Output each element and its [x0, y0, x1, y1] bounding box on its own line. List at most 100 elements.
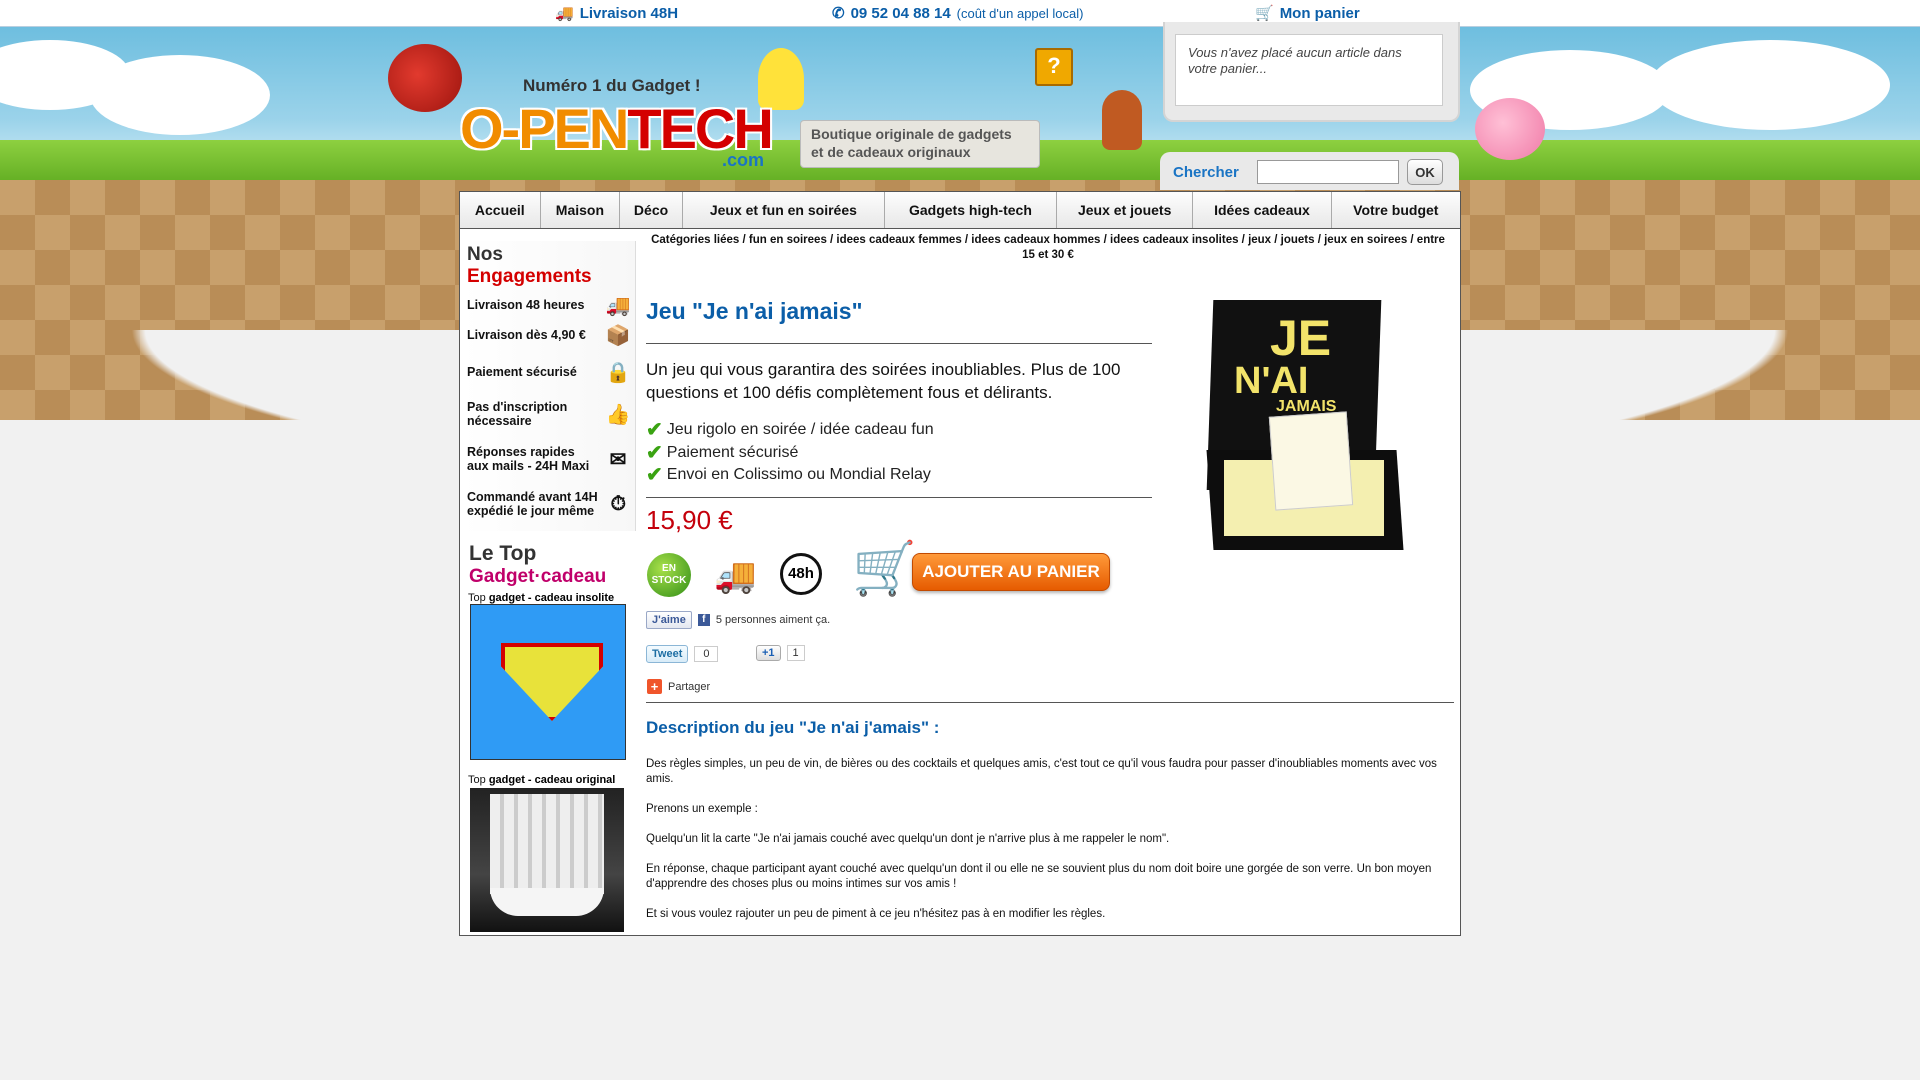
caption-bold: gadget - cadeau insolite: [488, 592, 615, 604]
main-navigation: Accueil Maison Déco Jeux et fun en soiré…: [459, 191, 1461, 229]
superman-logo-icon: [501, 643, 603, 721]
phone-icon: ✆: [832, 5, 845, 22]
worm-mascot: [1102, 90, 1142, 150]
search-label: Chercher: [1173, 164, 1239, 181]
product-price: 15,90 €: [646, 505, 733, 535]
search-input[interactable]: [1257, 160, 1399, 184]
cart-label: Mon panier: [1279, 4, 1360, 22]
top-insolite-caption: Top gadget - cadeau insolite: [468, 592, 614, 604]
top-gadget-title-b: Gadget·cadeau: [469, 566, 607, 587]
feature-item: ✔ Envoi en Colissimo ou Mondial Relay: [646, 462, 931, 487]
superman-pillow-image[interactable]: [470, 604, 626, 760]
delivery-link[interactable]: 🚚 Livraison 48H: [555, 4, 679, 23]
angry-bird-mascot: [388, 44, 462, 112]
nav-jeux-jouets[interactable]: Jeux et jouets: [1057, 192, 1194, 228]
divider: [646, 497, 1152, 498]
logo-domain: .com: [722, 150, 765, 170]
product-image[interactable]: JE N'AI JAMAIS: [1206, 300, 1404, 555]
product-lead: Un jeu qui vous garantira des soirées in…: [646, 360, 1121, 402]
caption-bold: gadget - cadeau original: [488, 774, 616, 786]
banner-line-1: Boutique originale de gadgets: [811, 126, 1012, 142]
cloud-decoration: [90, 55, 270, 135]
in-stock-badge: EN STOCK: [647, 553, 691, 597]
package-icon: 📦: [605, 324, 631, 347]
engagement-item: Livraison dès 4,90 € 📦: [467, 322, 632, 348]
divider: [646, 343, 1152, 344]
share-label: Partager: [668, 680, 711, 693]
box-text-je: JE: [1270, 310, 1332, 366]
delivery-truck-icon: 🚚: [714, 557, 757, 595]
nav-gadgets-high-tech[interactable]: Gadgets high-tech: [885, 192, 1058, 228]
mail-icon: ✉: [609, 448, 627, 471]
nav-jeux-fun-soirees[interactable]: Jeux et fun en soirées: [683, 192, 885, 228]
truck-icon: 🚚: [605, 294, 631, 317]
check-icon: ✔: [646, 464, 663, 486]
add-to-cart-button[interactable]: AJOUTER AU PANIER: [912, 553, 1110, 591]
nav-votre-budget[interactable]: Votre budget: [1332, 192, 1460, 228]
cart-empty-message: Vous n'avez placé aucun article dans vot…: [1175, 34, 1443, 106]
google-plus-row: +1 1: [756, 645, 805, 661]
48h-badge-icon: 48h: [780, 553, 822, 595]
breadcrumb[interactable]: Catégories liées / fun en soirees / idee…: [648, 233, 1448, 263]
tweet-button[interactable]: Tweet: [646, 645, 689, 663]
description-paragraph: En réponse, chaque participant ayant cou…: [646, 863, 1432, 890]
feature-label: Paiement sécurisé: [666, 443, 799, 461]
engagement-label: Commandé avant 14H expédié le jour même: [467, 490, 598, 518]
cart-icon: 🛒: [1255, 5, 1274, 22]
facebook-like-button[interactable]: J'aime: [646, 611, 692, 629]
question-block-icon: ?: [1035, 48, 1073, 86]
search-ok-button[interactable]: OK: [1407, 159, 1443, 185]
share-plus-icon: +: [647, 679, 662, 694]
bathtub-shape: [490, 888, 604, 916]
banner-line-2: et de cadeaux originaux: [811, 144, 971, 160]
engagement-label: Livraison 48 heures: [467, 298, 585, 312]
google-plus-button[interactable]: +1: [756, 645, 781, 661]
shopping-cart-icon[interactable]: 🛒: [852, 538, 917, 599]
engagement-label: Pas d'inscription nécessaire: [467, 400, 568, 428]
curtain-shape: [490, 794, 604, 894]
logo-text-open: O-PEN: [460, 97, 629, 160]
nav-deco[interactable]: Déco: [620, 192, 683, 228]
engagement-label: Paiement sécurisé: [467, 365, 577, 379]
facebook-icon: f: [697, 614, 710, 626]
thumbs-up-icon: 👍: [605, 403, 631, 426]
nav-idees-cadeaux[interactable]: Idées cadeaux: [1193, 192, 1332, 228]
engagement-item: Réponses rapides aux mails - 24H Maxi ✉: [467, 445, 632, 473]
share-button[interactable]: + Partager: [647, 679, 710, 694]
stock-text-a: EN: [662, 563, 676, 574]
tweet-row: Tweet 0: [646, 645, 719, 663]
box-text-nai: N'AI: [1234, 360, 1309, 402]
card-stack: [1268, 411, 1354, 511]
site-tagline: Numéro 1 du Gadget !: [523, 76, 701, 95]
phone-info: ✆ 09 52 04 88 14 (coût d'un appel local): [832, 4, 1083, 23]
engagement-label: Livraison dès 4,90 €: [467, 328, 586, 342]
product-title: Jeu "Je n'ai jamais": [646, 298, 863, 324]
engagement-item: Livraison 48 heures 🚚: [467, 292, 632, 318]
top-original-caption: Top gadget - cadeau original: [468, 774, 615, 786]
stock-text-b: STOCK: [651, 575, 687, 586]
cart-link[interactable]: 🛒 Mon panier: [1255, 4, 1360, 23]
stopwatch-icon: ⏱: [610, 492, 627, 515]
nav-accueil[interactable]: Accueil: [460, 192, 541, 228]
shower-curtain-image[interactable]: [470, 788, 624, 932]
engagement-label: Réponses rapides aux mails - 24H Maxi: [467, 445, 590, 473]
facebook-like-row: J'aime f 5 personnes aiment ça.: [646, 611, 830, 629]
description-title: Description du jeu "Je n'ai j'amais" :: [646, 718, 940, 737]
top-gadget-title-a: Le Top: [469, 542, 537, 565]
engagement-item: Commandé avant 14H expédié le jour même ⏱: [467, 490, 632, 518]
like-count: 5 personnes aiment ça.: [715, 614, 831, 626]
delivery-label: Livraison 48H: [579, 4, 679, 22]
feature-label: Envoi en Colissimo ou Mondial Relay: [666, 465, 931, 483]
check-icon: ✔: [646, 419, 663, 441]
description-paragraph: Et si vous voulez rajouter un peu de pim…: [646, 908, 1106, 920]
engagement-item: Pas d'inscription nécessaire 👍: [467, 400, 632, 428]
feature-item: ✔ Jeu rigolo en soirée / idée cadeau fun: [646, 417, 934, 442]
nav-maison[interactable]: Maison: [541, 192, 621, 228]
padlock-icon: 🔒: [605, 361, 631, 384]
kirby-mascot: [1475, 98, 1545, 160]
caption-prefix: Top: [468, 592, 486, 604]
engagements-title-a: Nos: [467, 244, 503, 265]
header-scroll-banner: Boutique originale de gadgets et de cade…: [800, 120, 1040, 168]
tweet-count: 0: [694, 646, 719, 662]
description-paragraph: Des règles simples, un peu de vin, de bi…: [646, 758, 1437, 785]
